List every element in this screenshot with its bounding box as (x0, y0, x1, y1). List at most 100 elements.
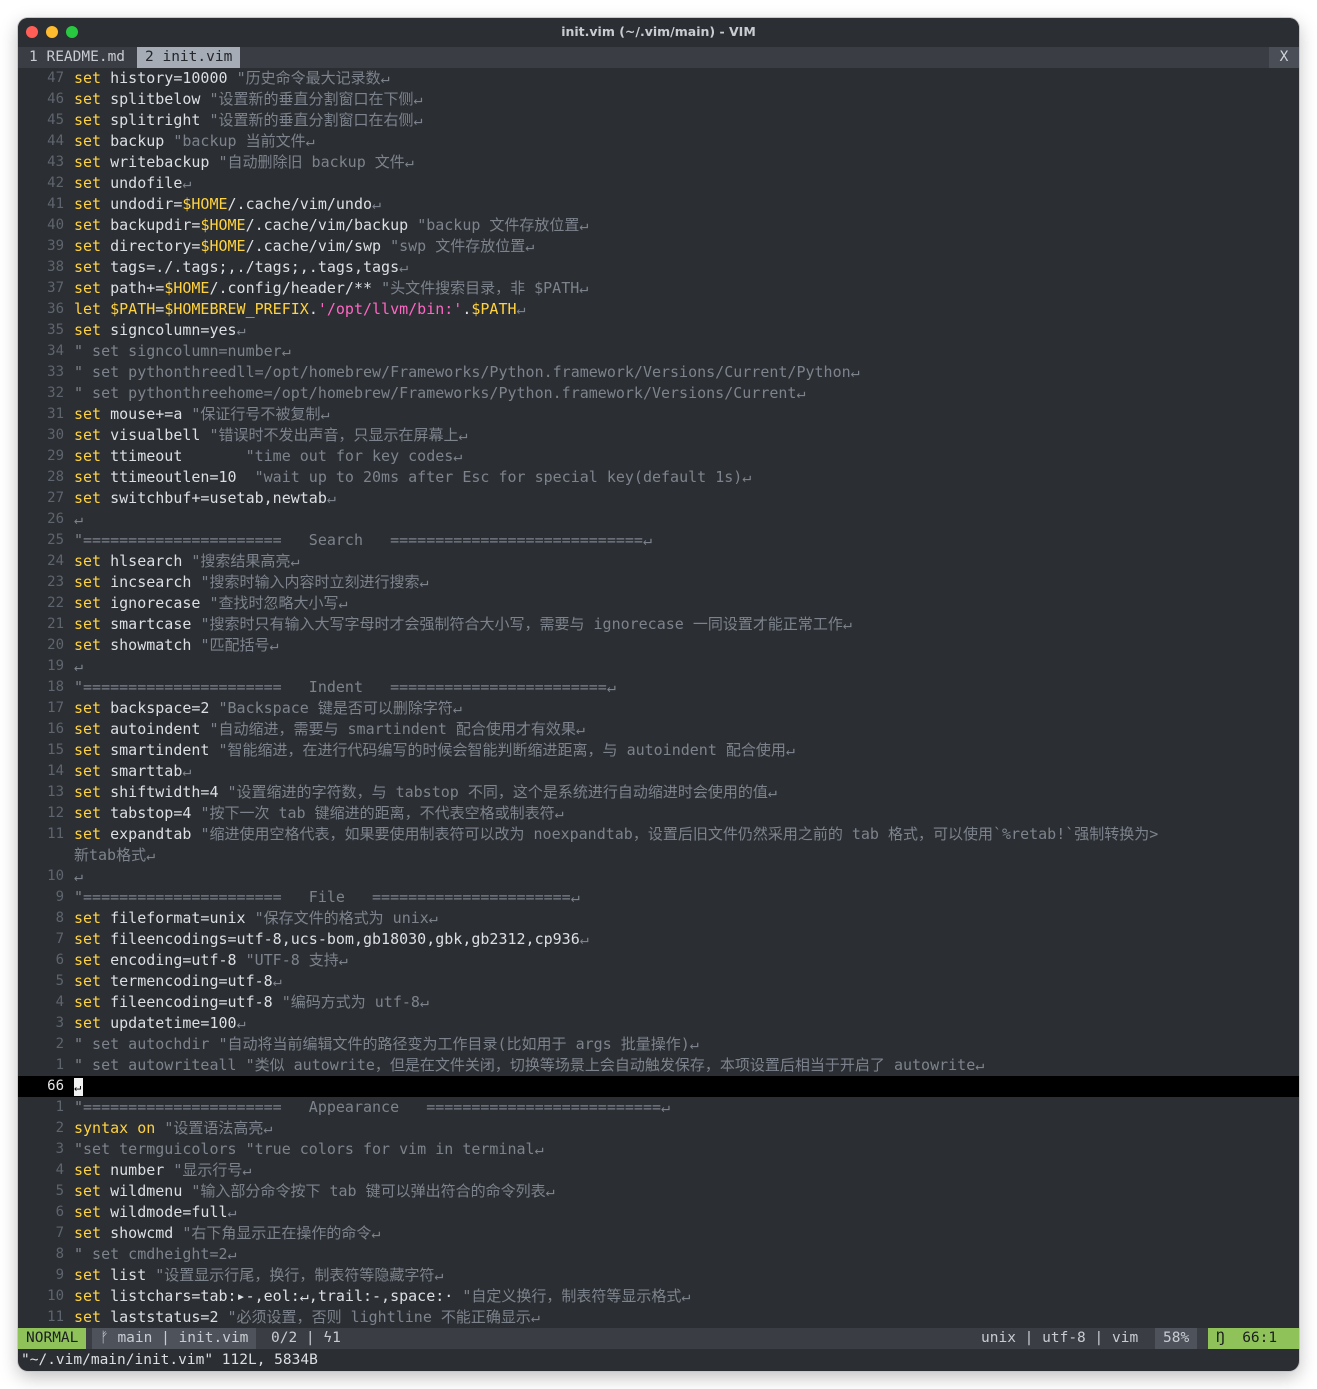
comment-token: "搜索结果高亮↵ (191, 552, 300, 570)
code-line[interactable]: 2 " set autochdir "自动将当前编辑文件的路径变为工作目录(比如用… (18, 1034, 1299, 1055)
code-line[interactable]: 4 set number "显示行号↵ (18, 1160, 1299, 1181)
code-line[interactable]: 8 " set cmdheight=2↵ (18, 1244, 1299, 1265)
code-line[interactable]: 42 set undofile↵ (18, 173, 1299, 194)
code-line[interactable]: 41 set undodir=$HOME/.cache/vim/undo↵ (18, 194, 1299, 215)
comment-token: "wait up to 20ms after Esc for special k… (254, 468, 752, 486)
code-line[interactable]: 25 "====================== Search =======… (18, 530, 1299, 551)
code-line[interactable]: 19 ↵ (18, 656, 1299, 677)
code-line[interactable]: 36 let $PATH=$HOMEBREW_PREFIX.'/opt/llvm/… (18, 299, 1299, 320)
line-text: set smartindent "智能缩进，在进行代码编写的时候会智能判断缩进距… (74, 740, 795, 761)
text-token: incsearch (101, 573, 201, 591)
line-text: set list "设置显示行尾，换行，制表符等隐藏字符↵ (74, 1265, 443, 1286)
code-line[interactable]: 47 set history=10000 "历史命令最大记录数↵ (18, 68, 1299, 89)
comment-token: "右下角显示正在操作的命令↵ (182, 1224, 381, 1242)
tab-init-vim[interactable]: 2 init.vim (137, 47, 241, 68)
line-number: 21 (47, 616, 64, 632)
keyword-token: set (74, 1224, 102, 1242)
code-line[interactable]: 3 "set termguicolors "true colors for vim… (18, 1139, 1299, 1160)
code-line[interactable]: 34 " set signcolumn=number↵ (18, 341, 1299, 362)
code-line[interactable]: 8 set fileformat=unix "保存文件的格式为 unix↵ (18, 908, 1299, 929)
tab-readme[interactable]: 1 README.md (21, 47, 133, 68)
tab-close-button[interactable]: X (1269, 47, 1299, 68)
code-line[interactable]: 35 set signcolumn=yes↵ (18, 320, 1299, 341)
code-line[interactable]: 29 set ttimeout "time out for key codes↵ (18, 446, 1299, 467)
comment-token: " set autowriteall "类似 autowrite，但是在文件关闭… (74, 1056, 985, 1074)
line-text: set switchbuf+=usetab,newtab↵ (74, 488, 336, 509)
comment-token: "自动缩进，需要与 smartindent 配合使用才有效果↵ (209, 720, 585, 738)
position-segment: Ŋ 66:1 (1208, 1328, 1299, 1349)
code-line[interactable]: 45 set splitright "设置新的垂直分割窗口在右侧↵ (18, 110, 1299, 131)
code-line[interactable]: 20 set showmatch "匹配括号↵ (18, 635, 1299, 656)
code-line[interactable]: 40 set backupdir=$HOME/.cache/vim/backup … (18, 215, 1299, 236)
code-line[interactable]: 22 set ignorecase "查找时忽略大小写↵ (18, 593, 1299, 614)
diagnostic-count: 0/2 (271, 1330, 298, 1346)
code-line[interactable]: 9 set list "设置显示行尾，换行，制表符等隐藏字符↵ (18, 1265, 1299, 1286)
code-line[interactable]: 5 set termencoding=utf-8↵ (18, 971, 1299, 992)
line-number: 34 (47, 343, 64, 359)
code-line[interactable]: 13 set shiftwidth=4 "设置缩进的字符数，与 tabstop 不… (18, 782, 1299, 803)
code-line[interactable]: 44 set backup "backup 当前文件↵ (18, 131, 1299, 152)
comment-token: "缩进使用空格代表，如果要使用制表符可以改为 noexpandtab，设置后旧文… (200, 825, 1159, 843)
code-line[interactable]: 9 "====================== File ==========… (18, 887, 1299, 908)
code-line[interactable]: 33 " set pythonthreedll=/opt/homebrew/Fra… (18, 362, 1299, 383)
code-line[interactable]: 31 set mouse+=a "保证行号不被复制↵ (18, 404, 1299, 425)
text-token: encoding=utf-8 (101, 951, 246, 969)
line-text: set directory=$HOME/.cache/vim/swp "swp … (74, 236, 534, 257)
code-line[interactable]: 30 set visualbell "错误时不发出声音，只显示在屏幕上↵ (18, 425, 1299, 446)
keyword-token: set (74, 1203, 102, 1221)
code-line[interactable]: 5 set wildmenu "输入部分命令按下 tab 键可以弹出符合的命令列表… (18, 1181, 1299, 1202)
command-line[interactable]: "~/.vim/main/init.vim" 112L, 5834B (18, 1349, 1299, 1371)
text-token: mouse+=a (101, 405, 192, 423)
line-number: 15 (47, 742, 64, 758)
code-line[interactable]: 11 set laststatus=2 "必须设置，否则 lightline 不能… (18, 1307, 1299, 1328)
keyword-token: set (74, 552, 102, 570)
comment-token: "设置新的垂直分割窗口在右侧↵ (209, 111, 423, 129)
line-number: 28 (47, 469, 64, 485)
code-line[interactable]: 32 " set pythonthreehome=/opt/homebrew/Fr… (18, 383, 1299, 404)
code-line[interactable]: 18 "====================== Indent =======… (18, 677, 1299, 698)
line-number: 8 (55, 1246, 64, 1262)
code-line[interactable]: 21 set smartcase "搜索时只有输入大写字母时才会强制符合大小写，需… (18, 614, 1299, 635)
keyword-token: set (74, 1308, 102, 1326)
code-line[interactable]: 3 set updatetime=100↵ (18, 1013, 1299, 1034)
code-line[interactable]: 39 set directory=$HOME/.cache/vim/swp "sw… (18, 236, 1299, 257)
code-line[interactable]: 新tab格式↵ (18, 845, 1299, 866)
code-line[interactable]: 7 set fileencodings=utf-8,ucs-bom,gb18030… (18, 929, 1299, 950)
line-text: syntax on "设置语法高亮↵ (74, 1118, 272, 1139)
code-line[interactable]: 12 set tabstop=4 "按下一次 tab 键缩进的距离，不代表空格或制… (18, 803, 1299, 824)
code-line[interactable]: 16 set autoindent "自动缩进，需要与 smartindent 配… (18, 719, 1299, 740)
keyword-token: $HOME (200, 216, 246, 234)
code-line[interactable]: 10 ↵ (18, 866, 1299, 887)
code-line[interactable]: 23 set incsearch "搜索时输入内容时立刻进行搜索↵ (18, 572, 1299, 593)
code-line[interactable]: 43 set writebackup "自动删除旧 backup 文件↵ (18, 152, 1299, 173)
keyword-token: set (74, 258, 102, 276)
code-line[interactable]: 26 ↵ (18, 509, 1299, 530)
line-text: set smartcase "搜索时只有输入大写字母时才会强制符合大小写，需要与… (74, 614, 852, 635)
editor-buffer[interactable]: 47 set history=10000 "历史命令最大记录数↵ 46 set spl… (18, 68, 1299, 1328)
line-number: 12 (47, 805, 64, 821)
code-line[interactable]: 24 set hlsearch "搜索结果高亮↵ (18, 551, 1299, 572)
code-line[interactable]: 28 set ttimeoutlen=10 "wait up to 20ms af… (18, 467, 1299, 488)
code-line[interactable]: 38 set tags=./.tags;,./tags;,.tags,tags↵ (18, 257, 1299, 278)
text-token: backspace=2 (101, 699, 219, 717)
code-line[interactable]: 6 set wildmode=full↵ (18, 1202, 1299, 1223)
current-line[interactable]: 66 ↵ (18, 1076, 1299, 1097)
code-line[interactable]: 17 set backspace=2 "Backspace 键是否可以删除字符↵ (18, 698, 1299, 719)
line-text: set signcolumn=yes↵ (74, 320, 246, 341)
code-line[interactable]: 11 set expandtab "缩进使用空格代表，如果要使用制表符可以改为 n… (18, 824, 1299, 845)
code-line[interactable]: 2 syntax on "设置语法高亮↵ (18, 1118, 1299, 1139)
code-line[interactable]: 37 set path+=$HOME/.config/header/** "头文件… (18, 278, 1299, 299)
line-text: set ignorecase "查找时忽略大小写↵ (74, 593, 348, 614)
code-line[interactable]: 10 set listchars=tab:▸-,eol:↵,trail:-,spa… (18, 1286, 1299, 1307)
code-line[interactable]: 15 set smartindent "智能缩进，在进行代码编写的时候会智能判断缩… (18, 740, 1299, 761)
code-line[interactable]: 6 set encoding=utf-8 "UTF-8 支持↵ (18, 950, 1299, 971)
code-line[interactable]: 1 " set autowriteall "类似 autowrite，但是在文件关… (18, 1055, 1299, 1076)
percent-indicator: 58% (1155, 1328, 1198, 1349)
code-line[interactable]: 4 set fileencoding=utf-8 "编码方式为 utf-8↵ (18, 992, 1299, 1013)
code-line[interactable]: 27 set switchbuf+=usetab,newtab↵ (18, 488, 1299, 509)
code-line[interactable]: 1 "====================== Appearance ====… (18, 1097, 1299, 1118)
comment-token: "保证行号不被复制↵ (191, 405, 330, 423)
code-line[interactable]: 14 set smarttab↵ (18, 761, 1299, 782)
code-line[interactable]: 46 set splitbelow "设置新的垂直分割窗口在下侧↵ (18, 89, 1299, 110)
code-line[interactable]: 7 set showcmd "右下角显示正在操作的命令↵ (18, 1223, 1299, 1244)
